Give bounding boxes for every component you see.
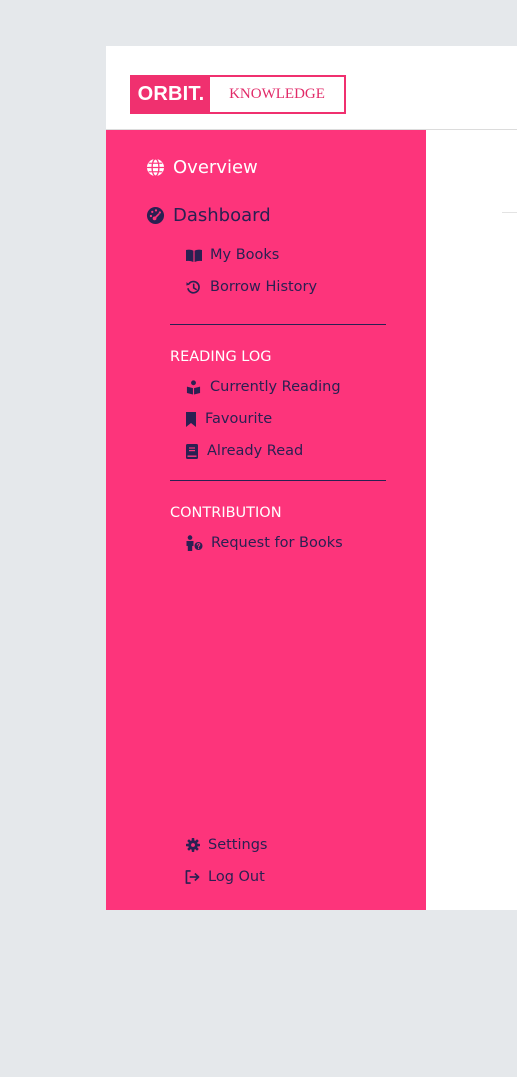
nav-currently-reading-label: Currently Reading: [210, 379, 341, 395]
nav-my-books[interactable]: My Books: [185, 247, 279, 263]
nav-request-for-books-label: Request for Books: [211, 535, 343, 551]
content-divider: [502, 212, 517, 213]
nav-currently-reading[interactable]: Currently Reading: [185, 379, 341, 395]
nav-settings-label: Settings: [208, 837, 268, 853]
globe-icon: [146, 158, 165, 177]
nav-dashboard[interactable]: Dashboard: [146, 205, 271, 226]
sidebar: Overview Dashboard My Books Borrow Histo…: [106, 130, 426, 910]
nav-borrow-history-label: Borrow History: [210, 279, 318, 295]
nav-favourite-label: Favourite: [205, 411, 273, 427]
reading-log-heading: READING LOG: [170, 349, 272, 365]
nav-settings[interactable]: Settings: [185, 837, 267, 853]
contribution-heading: CONTRIBUTION: [170, 505, 282, 521]
person-question-icon: [185, 535, 203, 551]
brand-logo[interactable]: ORBIT. KNOWLEDGE: [130, 75, 346, 114]
nav-overview[interactable]: Overview: [146, 157, 258, 178]
nav-favourite[interactable]: Favourite: [185, 411, 272, 427]
logo-brand-text: ORBIT.: [132, 77, 210, 112]
logout-icon: [185, 870, 200, 885]
gauge-icon: [146, 206, 165, 225]
logo-product-text: KNOWLEDGE: [229, 86, 325, 102]
nav-dashboard-label: Dashboard: [173, 205, 271, 226]
history-icon: [185, 280, 202, 295]
nav-borrow-history[interactable]: Borrow History: [185, 279, 317, 295]
app-window: ORBIT. KNOWLEDGE Overview Dashboard My B…: [106, 46, 517, 910]
nav-overview-label: Overview: [173, 157, 258, 178]
main-content: [426, 130, 517, 910]
top-header: ORBIT. KNOWLEDGE: [106, 46, 517, 130]
book-icon: [185, 443, 199, 459]
nav-already-read-label: Already Read: [207, 443, 304, 459]
nav-log-out[interactable]: Log Out: [185, 869, 265, 885]
bookmark-icon: [185, 411, 197, 427]
nav-request-for-books[interactable]: Request for Books: [185, 535, 343, 551]
section-divider: [170, 324, 386, 325]
nav-my-books-label: My Books: [210, 247, 280, 263]
person-reading-icon: [185, 379, 202, 395]
open-book-icon: [185, 248, 202, 263]
gear-icon: [185, 838, 200, 853]
section-divider: [170, 480, 386, 481]
nav-log-out-label: Log Out: [208, 869, 265, 885]
nav-already-read[interactable]: Already Read: [185, 443, 303, 459]
